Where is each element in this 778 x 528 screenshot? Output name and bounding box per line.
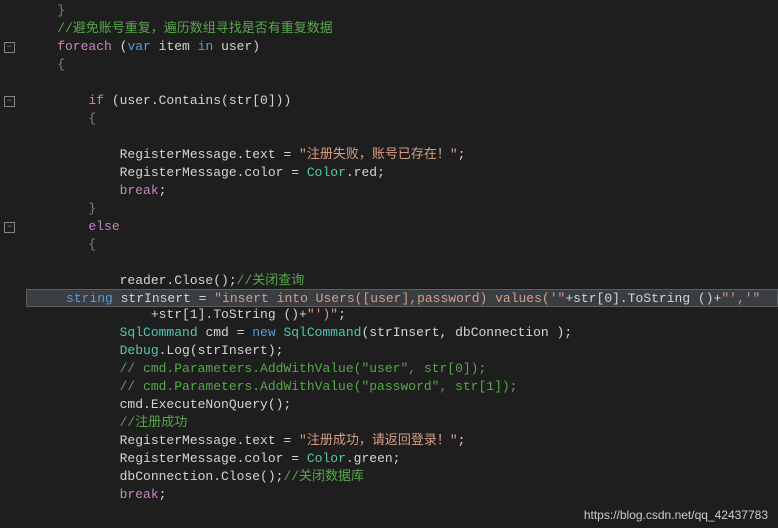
- code-token: dbConnection.Close();: [26, 469, 283, 484]
- brace: {: [26, 57, 65, 72]
- keyword-new: new: [252, 325, 275, 340]
- code-token: RegisterMessage.text =: [26, 433, 299, 448]
- brace: {: [26, 111, 96, 126]
- code-token: user): [213, 39, 260, 54]
- type-color: Color: [307, 451, 346, 466]
- keyword-var: var: [127, 39, 150, 54]
- fold-toggle-icon[interactable]: −: [4, 42, 15, 53]
- string-literal: "')": [307, 307, 338, 322]
- code-token: }: [26, 3, 65, 18]
- brace: {: [26, 237, 96, 252]
- code-token: cmd =: [198, 325, 253, 340]
- type-sqlcommand: SqlCommand: [276, 325, 362, 340]
- keyword-break: break: [26, 183, 159, 198]
- code-token: cmd.ExecuteNonQuery();: [26, 397, 291, 412]
- string-literal: "注册成功，请返回登录！": [299, 433, 458, 448]
- code-token: reader.Close();: [26, 273, 237, 288]
- code-token: +str[1].ToString ()+: [26, 307, 307, 322]
- keyword-string: string: [66, 291, 113, 306]
- type-color: Color: [307, 165, 346, 180]
- code-token: ;: [458, 433, 466, 448]
- code-token: RegisterMessage.text =: [26, 147, 299, 162]
- comment: //注册成功: [26, 415, 187, 430]
- watermark-text: https://blog.csdn.net/qq_42437783: [584, 508, 768, 522]
- string-literal: "注册失败，账号已存在！": [299, 147, 458, 162]
- code-token: [27, 291, 66, 306]
- code-token: ;: [458, 147, 466, 162]
- code-token: (user.Contains(str[0])): [104, 93, 291, 108]
- comment: //关闭数据库: [283, 469, 364, 484]
- comment: // cmd.Parameters.AddWithValue("password…: [26, 379, 517, 394]
- code-token: (strInsert, dbConnection );: [361, 325, 572, 340]
- code-token: ;: [159, 487, 167, 502]
- code-token: (: [112, 39, 128, 54]
- keyword-else: else: [26, 219, 120, 234]
- keyword-break: break: [26, 487, 159, 502]
- code-token: strInsert =: [113, 291, 214, 306]
- code-token: RegisterMessage.color =: [26, 451, 307, 466]
- code-token: .Log(strInsert);: [159, 343, 284, 358]
- code-token: ;: [159, 183, 167, 198]
- comment: //关闭查询: [237, 273, 305, 288]
- fold-toggle-icon[interactable]: −: [4, 222, 15, 233]
- string-literal: "insert into Users([user],password) valu…: [214, 291, 565, 306]
- string-literal: "','": [721, 291, 760, 306]
- keyword-if: if: [26, 93, 104, 108]
- highlighted-line: string strInsert = "insert into Users([u…: [26, 289, 778, 307]
- code-token: .red;: [346, 165, 385, 180]
- code-editor[interactable]: − − − } //避免账号重复，遍历数组寻找是否有重复数据 foreach (…: [0, 0, 778, 528]
- code-token: .green;: [346, 451, 401, 466]
- code-token: +str[0].ToString ()+: [565, 291, 721, 306]
- fold-gutter: − − −: [0, 0, 22, 528]
- code-token: item: [151, 39, 198, 54]
- comment: //避免账号重复，遍历数组寻找是否有重复数据: [26, 21, 333, 36]
- code-token: RegisterMessage.color =: [26, 165, 307, 180]
- code-area[interactable]: } //避免账号重复，遍历数组寻找是否有重复数据 foreach (var it…: [22, 0, 778, 528]
- comment: // cmd.Parameters.AddWithValue("user", s…: [26, 361, 486, 376]
- code-token: ;: [338, 307, 346, 322]
- type-debug: Debug: [26, 343, 159, 358]
- type-sqlcommand: SqlCommand: [26, 325, 198, 340]
- fold-toggle-icon[interactable]: −: [4, 96, 15, 107]
- keyword-foreach: foreach: [26, 39, 112, 54]
- brace: }: [26, 201, 96, 216]
- keyword-in: in: [198, 39, 214, 54]
